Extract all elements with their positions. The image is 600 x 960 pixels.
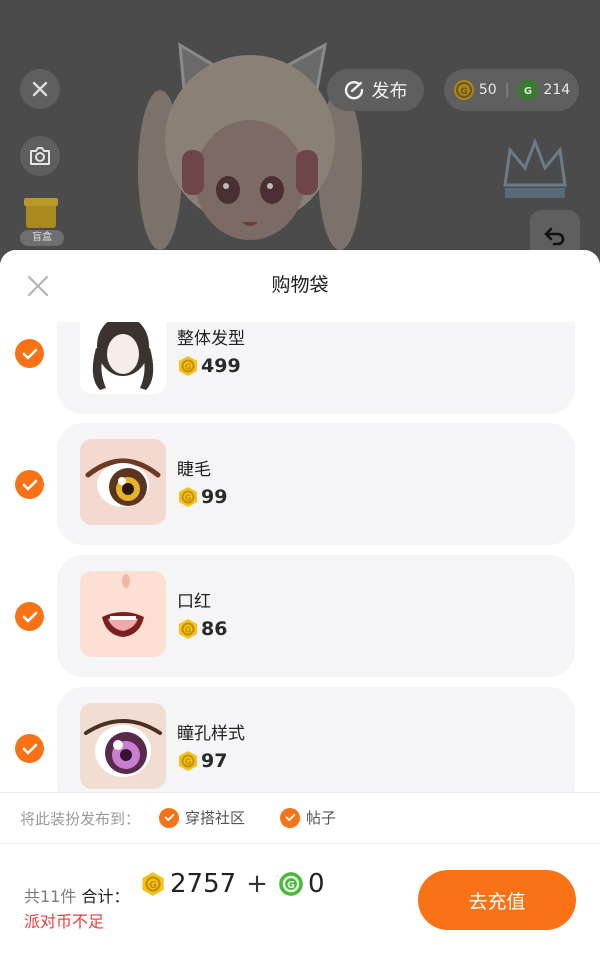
item-price: G 86: [177, 618, 227, 640]
green-coin-icon: G: [518, 80, 539, 100]
close-editor-button[interactable]: [20, 69, 60, 109]
gold-coin-icon: G: [179, 487, 197, 507]
avatar-editor-background: 发布 G 50 | G 214 盲盒: [0, 0, 600, 262]
item-price-value: 499: [201, 355, 241, 377]
svg-text:G: G: [149, 880, 157, 891]
item-thumbnail: [80, 571, 166, 657]
sheet-header: 购物袋: [0, 250, 600, 322]
recharge-button[interactable]: 去充值: [418, 870, 576, 930]
item-checkbox[interactable]: [15, 470, 44, 499]
shopping-bag-sheet: 购物袋 整体发型 G 499 睫毛 G 99 口红 G 86 瞳孔样式 G 97…: [0, 250, 600, 960]
green-total: 0: [307, 869, 325, 899]
crown-emblem-icon: [503, 137, 567, 198]
plus-sign: +: [246, 869, 268, 899]
item-price: G 99: [177, 486, 227, 508]
item-checkbox[interactable]: [15, 602, 44, 631]
svg-text:G: G: [460, 87, 467, 97]
green-balance: 214: [543, 82, 571, 98]
eyelash-thumbnail-icon: [85, 458, 161, 507]
hairstyle-thumbnail-icon: [92, 322, 154, 390]
item-count-label: 共11件: [24, 887, 77, 906]
gold-coin-icon: G: [142, 872, 164, 896]
item-price-value: 99: [201, 486, 228, 508]
green-coin-icon: G: [279, 872, 303, 896]
blindbox-button[interactable]: 盲盒: [20, 196, 64, 248]
svg-text:G: G: [524, 86, 532, 97]
item-name: 睫毛: [177, 460, 211, 480]
gold-coin-icon: G: [453, 80, 474, 100]
total-label: 合计：: [81, 887, 130, 906]
close-icon: [32, 81, 48, 97]
gold-coin-icon: G: [179, 356, 197, 376]
publish-to-label: 将此装扮发布到：: [20, 810, 141, 828]
pupil-thumbnail-icon: [84, 719, 162, 777]
item-checkbox[interactable]: [15, 339, 44, 368]
publish-button[interactable]: 发布: [327, 69, 424, 111]
option-label: 穿搭社区: [185, 809, 246, 827]
item-checkbox[interactable]: [15, 734, 44, 763]
check-icon: [22, 743, 37, 754]
blindbox-label: 盲盒: [20, 230, 64, 246]
item-name: 整体发型: [177, 329, 245, 349]
check-icon: [22, 611, 37, 622]
currency-balance[interactable]: G 50 | G 214: [444, 69, 579, 111]
insufficient-funds-warning: 派对币不足: [24, 912, 105, 931]
item-thumbnail: [80, 439, 166, 525]
check-icon: [22, 348, 37, 359]
gold-coin-icon: G: [179, 619, 197, 639]
item-list[interactable]: 整体发型 G 499 睫毛 G 99 口红 G 86 瞳孔样式 G 97: [0, 322, 600, 792]
publish-to-row: 将此装扮发布到： 穿搭社区 帖子: [0, 792, 600, 844]
item-price: G 499: [177, 355, 241, 377]
blindbox-icon: [24, 198, 58, 228]
svg-text:G: G: [185, 363, 192, 372]
option-label: 帖子: [306, 809, 337, 827]
check-icon: [164, 813, 174, 822]
checkout-footer: 共11件 合计： G 2757 + G 0 派对币不足 去充值: [0, 844, 600, 960]
option-checkbox[interactable]: [280, 807, 300, 828]
list-item[interactable]: 瞳孔样式 G 97: [0, 687, 600, 792]
svg-text:G: G: [287, 880, 295, 891]
currency-separator: |: [504, 82, 510, 98]
gold-coin-icon: G: [179, 751, 197, 771]
list-item[interactable]: 整体发型 G 499: [0, 322, 600, 414]
item-name: 口红: [177, 592, 211, 612]
item-price-value: 86: [201, 618, 228, 640]
check-icon: [285, 813, 295, 822]
item-name: 瞳孔样式: [177, 724, 245, 744]
svg-text:G: G: [185, 758, 192, 767]
sheet-title: 购物袋: [271, 274, 329, 296]
lipstick-thumbnail-icon: [102, 574, 144, 637]
item-price: G 97: [177, 750, 227, 772]
item-price-value: 97: [201, 750, 228, 772]
item-thumbnail: [80, 703, 166, 789]
item-count: 共11件 合计：: [24, 883, 129, 907]
gold-total: 2757: [170, 869, 237, 899]
publish-option-post[interactable]: 帖子: [280, 807, 336, 828]
undo-icon: [544, 227, 565, 246]
gold-balance: 50: [478, 82, 497, 98]
camera-button[interactable]: [20, 136, 60, 176]
svg-text:G: G: [185, 626, 192, 635]
publish-label: 发布: [371, 81, 408, 102]
list-item[interactable]: 口红 G 86: [0, 555, 600, 677]
camera-icon: [30, 147, 50, 165]
check-icon: [22, 479, 37, 490]
list-item[interactable]: 睫毛 G 99: [0, 423, 600, 545]
option-checkbox[interactable]: [159, 807, 179, 828]
item-thumbnail: [80, 322, 166, 394]
svg-text:G: G: [185, 494, 192, 503]
publish-option-community[interactable]: 穿搭社区: [159, 807, 245, 828]
total-amount: G 2757 + G 0: [140, 869, 325, 899]
publish-icon: [344, 81, 363, 100]
avatar-preview: [138, 42, 362, 250]
